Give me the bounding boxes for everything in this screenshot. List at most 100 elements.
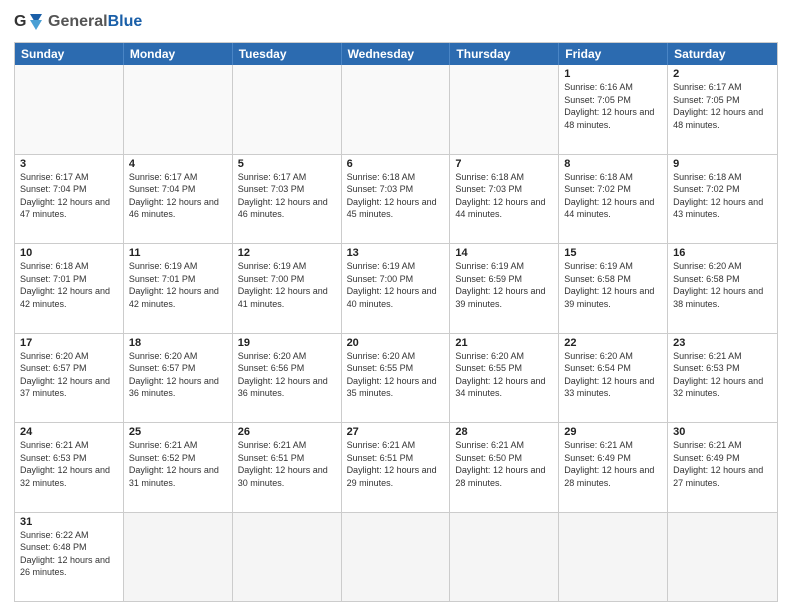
calendar-cell: 4Sunrise: 6:17 AM Sunset: 7:04 PM Daylig… (124, 155, 233, 244)
cell-info: Sunrise: 6:18 AM Sunset: 7:02 PM Dayligh… (564, 171, 662, 221)
cell-info: Sunrise: 6:18 AM Sunset: 7:03 PM Dayligh… (347, 171, 445, 221)
calendar-cell (450, 65, 559, 154)
day-number: 20 (347, 337, 445, 349)
calendar-cell: 27Sunrise: 6:21 AM Sunset: 6:51 PM Dayli… (342, 423, 451, 512)
weekday-header: Monday (124, 43, 233, 65)
calendar-cell (559, 513, 668, 602)
calendar-cell: 28Sunrise: 6:21 AM Sunset: 6:50 PM Dayli… (450, 423, 559, 512)
day-number: 1 (564, 68, 662, 80)
day-number: 13 (347, 247, 445, 259)
cell-info: Sunrise: 6:22 AM Sunset: 6:48 PM Dayligh… (20, 529, 118, 579)
logo-icon: G (14, 10, 44, 34)
cell-info: Sunrise: 6:21 AM Sunset: 6:53 PM Dayligh… (20, 439, 118, 489)
day-number: 28 (455, 426, 553, 438)
weekday-header: Wednesday (342, 43, 451, 65)
calendar-cell: 15Sunrise: 6:19 AM Sunset: 6:58 PM Dayli… (559, 244, 668, 333)
logo-label: GeneralBlue (48, 13, 142, 31)
cell-info: Sunrise: 6:21 AM Sunset: 6:49 PM Dayligh… (564, 439, 662, 489)
cell-info: Sunrise: 6:20 AM Sunset: 6:55 PM Dayligh… (455, 350, 553, 400)
calendar-cell: 17Sunrise: 6:20 AM Sunset: 6:57 PM Dayli… (15, 334, 124, 423)
calendar-row: 24Sunrise: 6:21 AM Sunset: 6:53 PM Dayli… (15, 422, 777, 512)
calendar-cell: 9Sunrise: 6:18 AM Sunset: 7:02 PM Daylig… (668, 155, 777, 244)
weekday-header: Thursday (450, 43, 559, 65)
calendar-cell (342, 65, 451, 154)
cell-info: Sunrise: 6:21 AM Sunset: 6:50 PM Dayligh… (455, 439, 553, 489)
cell-info: Sunrise: 6:17 AM Sunset: 7:05 PM Dayligh… (673, 81, 772, 131)
day-number: 23 (673, 337, 772, 349)
svg-text:G: G (14, 13, 26, 30)
calendar-row: 3Sunrise: 6:17 AM Sunset: 7:04 PM Daylig… (15, 154, 777, 244)
calendar-row: 1Sunrise: 6:16 AM Sunset: 7:05 PM Daylig… (15, 65, 777, 154)
calendar-cell: 8Sunrise: 6:18 AM Sunset: 7:02 PM Daylig… (559, 155, 668, 244)
calendar-cell (233, 513, 342, 602)
day-number: 3 (20, 158, 118, 170)
day-number: 5 (238, 158, 336, 170)
calendar-cell (124, 65, 233, 154)
weekday-header: Sunday (15, 43, 124, 65)
cell-info: Sunrise: 6:16 AM Sunset: 7:05 PM Dayligh… (564, 81, 662, 131)
calendar-cell: 21Sunrise: 6:20 AM Sunset: 6:55 PM Dayli… (450, 334, 559, 423)
calendar-cell: 31Sunrise: 6:22 AM Sunset: 6:48 PM Dayli… (15, 513, 124, 602)
day-number: 30 (673, 426, 772, 438)
day-number: 17 (20, 337, 118, 349)
calendar-cell: 7Sunrise: 6:18 AM Sunset: 7:03 PM Daylig… (450, 155, 559, 244)
calendar-cell: 26Sunrise: 6:21 AM Sunset: 6:51 PM Dayli… (233, 423, 342, 512)
day-number: 19 (238, 337, 336, 349)
cell-info: Sunrise: 6:21 AM Sunset: 6:51 PM Dayligh… (347, 439, 445, 489)
cell-info: Sunrise: 6:19 AM Sunset: 6:58 PM Dayligh… (564, 260, 662, 310)
cell-info: Sunrise: 6:19 AM Sunset: 7:00 PM Dayligh… (238, 260, 336, 310)
calendar-row: 31Sunrise: 6:22 AM Sunset: 6:48 PM Dayli… (15, 512, 777, 602)
calendar-cell: 10Sunrise: 6:18 AM Sunset: 7:01 PM Dayli… (15, 244, 124, 333)
calendar-cell: 11Sunrise: 6:19 AM Sunset: 7:01 PM Dayli… (124, 244, 233, 333)
calendar-cell: 29Sunrise: 6:21 AM Sunset: 6:49 PM Dayli… (559, 423, 668, 512)
calendar-cell: 30Sunrise: 6:21 AM Sunset: 6:49 PM Dayli… (668, 423, 777, 512)
calendar-cell (342, 513, 451, 602)
cell-info: Sunrise: 6:20 AM Sunset: 6:55 PM Dayligh… (347, 350, 445, 400)
calendar-cell (668, 513, 777, 602)
day-number: 22 (564, 337, 662, 349)
calendar-cell: 22Sunrise: 6:20 AM Sunset: 6:54 PM Dayli… (559, 334, 668, 423)
weekday-header: Friday (559, 43, 668, 65)
calendar-cell: 3Sunrise: 6:17 AM Sunset: 7:04 PM Daylig… (15, 155, 124, 244)
calendar-header: SundayMondayTuesdayWednesdayThursdayFrid… (15, 43, 777, 65)
calendar-cell: 23Sunrise: 6:21 AM Sunset: 6:53 PM Dayli… (668, 334, 777, 423)
calendar-cell: 19Sunrise: 6:20 AM Sunset: 6:56 PM Dayli… (233, 334, 342, 423)
calendar-cell: 2Sunrise: 6:17 AM Sunset: 7:05 PM Daylig… (668, 65, 777, 154)
day-number: 21 (455, 337, 553, 349)
calendar-cell (15, 65, 124, 154)
cell-info: Sunrise: 6:19 AM Sunset: 7:01 PM Dayligh… (129, 260, 227, 310)
weekday-header: Tuesday (233, 43, 342, 65)
cell-info: Sunrise: 6:17 AM Sunset: 7:03 PM Dayligh… (238, 171, 336, 221)
cell-info: Sunrise: 6:19 AM Sunset: 6:59 PM Dayligh… (455, 260, 553, 310)
day-number: 14 (455, 247, 553, 259)
day-number: 31 (20, 516, 118, 528)
calendar-cell: 6Sunrise: 6:18 AM Sunset: 7:03 PM Daylig… (342, 155, 451, 244)
calendar-cell: 13Sunrise: 6:19 AM Sunset: 7:00 PM Dayli… (342, 244, 451, 333)
day-number: 25 (129, 426, 227, 438)
day-number: 29 (564, 426, 662, 438)
day-number: 9 (673, 158, 772, 170)
cell-info: Sunrise: 6:20 AM Sunset: 6:54 PM Dayligh… (564, 350, 662, 400)
calendar-cell (450, 513, 559, 602)
calendar: SundayMondayTuesdayWednesdayThursdayFrid… (14, 42, 778, 602)
cell-info: Sunrise: 6:18 AM Sunset: 7:01 PM Dayligh… (20, 260, 118, 310)
day-number: 6 (347, 158, 445, 170)
cell-info: Sunrise: 6:21 AM Sunset: 6:49 PM Dayligh… (673, 439, 772, 489)
calendar-row: 17Sunrise: 6:20 AM Sunset: 6:57 PM Dayli… (15, 333, 777, 423)
cell-info: Sunrise: 6:17 AM Sunset: 7:04 PM Dayligh… (20, 171, 118, 221)
cell-info: Sunrise: 6:21 AM Sunset: 6:52 PM Dayligh… (129, 439, 227, 489)
calendar-cell: 12Sunrise: 6:19 AM Sunset: 7:00 PM Dayli… (233, 244, 342, 333)
day-number: 27 (347, 426, 445, 438)
calendar-cell: 25Sunrise: 6:21 AM Sunset: 6:52 PM Dayli… (124, 423, 233, 512)
calendar-cell: 16Sunrise: 6:20 AM Sunset: 6:58 PM Dayli… (668, 244, 777, 333)
day-number: 15 (564, 247, 662, 259)
logo: G GeneralBlue (14, 10, 142, 34)
day-number: 24 (20, 426, 118, 438)
calendar-cell (233, 65, 342, 154)
calendar-cell: 20Sunrise: 6:20 AM Sunset: 6:55 PM Dayli… (342, 334, 451, 423)
day-number: 2 (673, 68, 772, 80)
day-number: 16 (673, 247, 772, 259)
calendar-cell: 5Sunrise: 6:17 AM Sunset: 7:03 PM Daylig… (233, 155, 342, 244)
header: G GeneralBlue (14, 10, 778, 34)
calendar-cell: 14Sunrise: 6:19 AM Sunset: 6:59 PM Dayli… (450, 244, 559, 333)
